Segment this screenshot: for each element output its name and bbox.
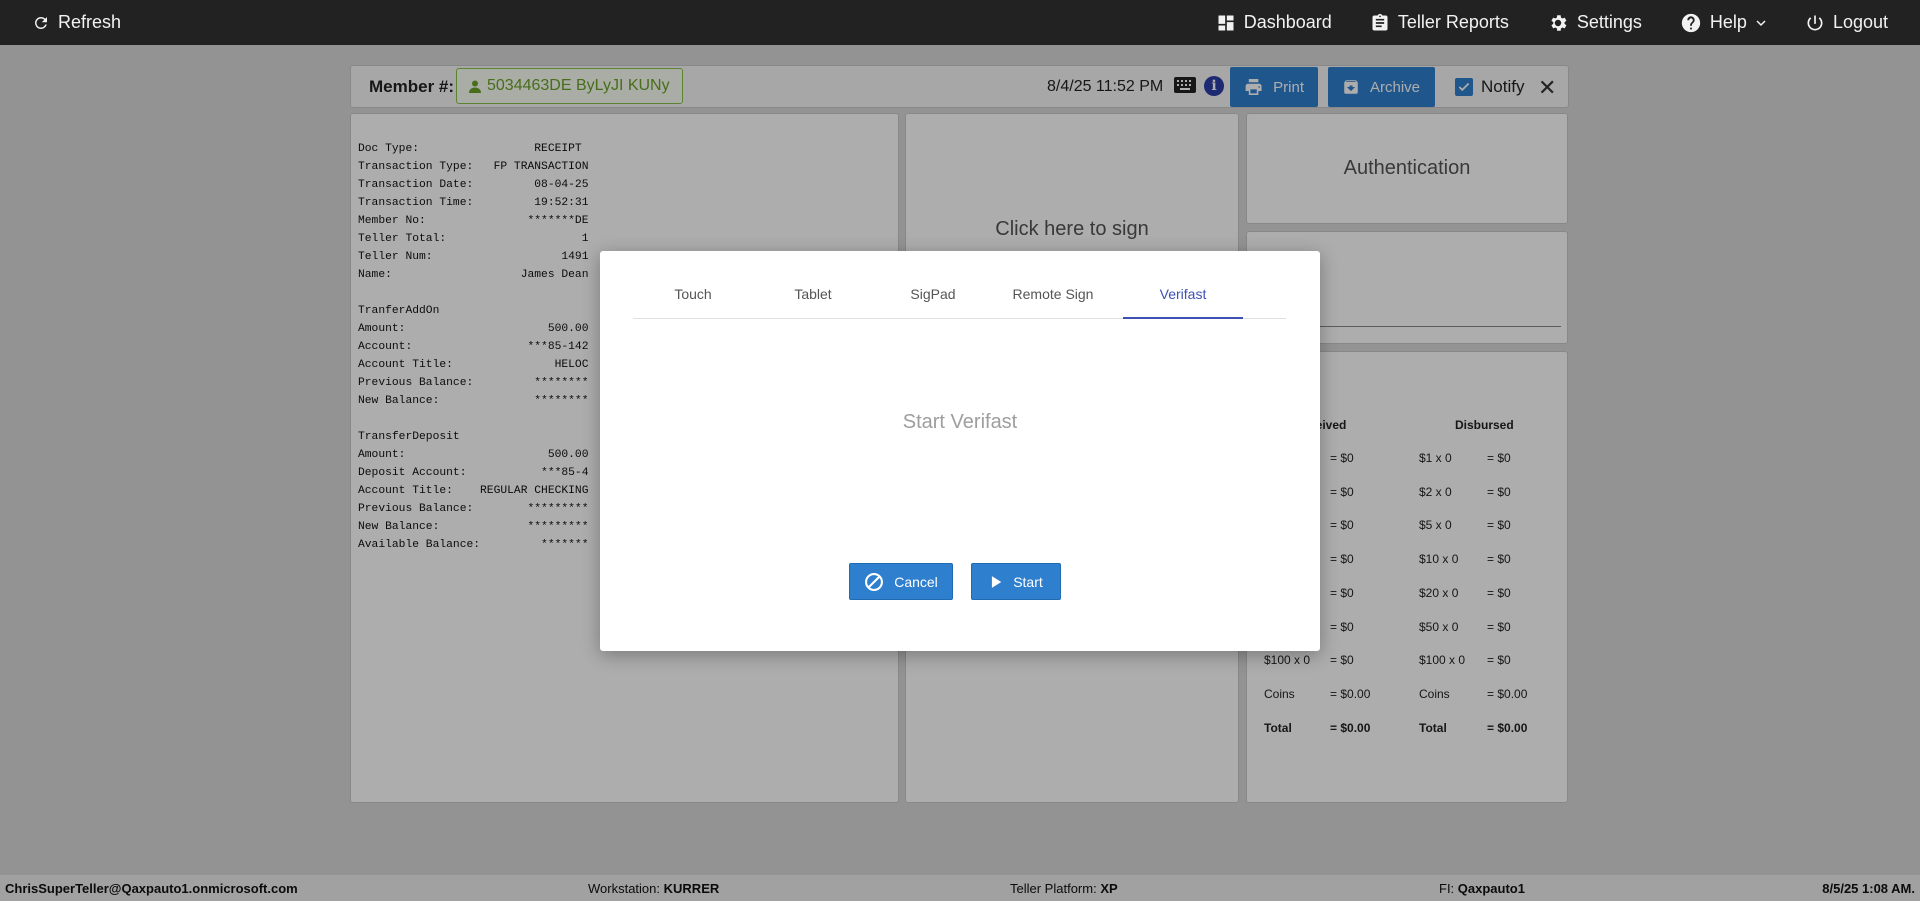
dashboard-icon [1218, 15, 1234, 30]
play-icon [992, 575, 1002, 588]
tab-remote-sign[interactable]: Remote Sign [993, 279, 1113, 319]
top-navbar: Refresh Dashboard Teller Reports Setting… [0, 0, 1920, 45]
nav-settings-label: Settings [1576, 12, 1642, 32]
refresh-icon [35, 16, 47, 29]
clipboard-icon [1372, 13, 1388, 31]
gear-icon [1551, 14, 1567, 31]
refresh-button[interactable]: Refresh [32, 12, 121, 33]
cancel-label: Cancel [894, 573, 938, 590]
tab-tablet[interactable]: Tablet [753, 279, 873, 319]
nav-logout[interactable]: Logout [1805, 12, 1888, 33]
nav-help-label: Help [1709, 12, 1747, 32]
method-tabs: Touch Tablet SigPad Remote Sign Verifast [633, 279, 1286, 319]
dialog-message: Start Verifast [902, 411, 1018, 433]
tab-touch[interactable]: Touch [633, 279, 753, 319]
start-button[interactable]: Start [971, 563, 1061, 600]
nav-teller-reports[interactable]: Teller Reports [1370, 12, 1509, 33]
chevron-down-icon [1756, 19, 1766, 26]
nav-teller-reports-label: Teller Reports [1397, 12, 1509, 32]
nav-dashboard-label: Dashboard [1243, 12, 1332, 32]
nav-settings[interactable]: Settings [1547, 12, 1642, 34]
cancel-icon [865, 572, 884, 591]
nav-help[interactable]: Help [1680, 12, 1767, 34]
nav-dashboard[interactable]: Dashboard [1216, 12, 1332, 33]
power-icon [1807, 15, 1823, 30]
tab-verifast[interactable]: Verifast [1123, 279, 1243, 319]
help-icon [1681, 13, 1701, 32]
nav-logout-label: Logout [1832, 12, 1888, 32]
signature-method-dialog: Touch Tablet SigPad Remote Sign Verifast… [600, 251, 1320, 651]
start-label: Start [1013, 573, 1043, 590]
refresh-label: Refresh [58, 12, 122, 32]
cancel-button[interactable]: Cancel [849, 563, 953, 600]
tab-sigpad[interactable]: SigPad [873, 279, 993, 319]
